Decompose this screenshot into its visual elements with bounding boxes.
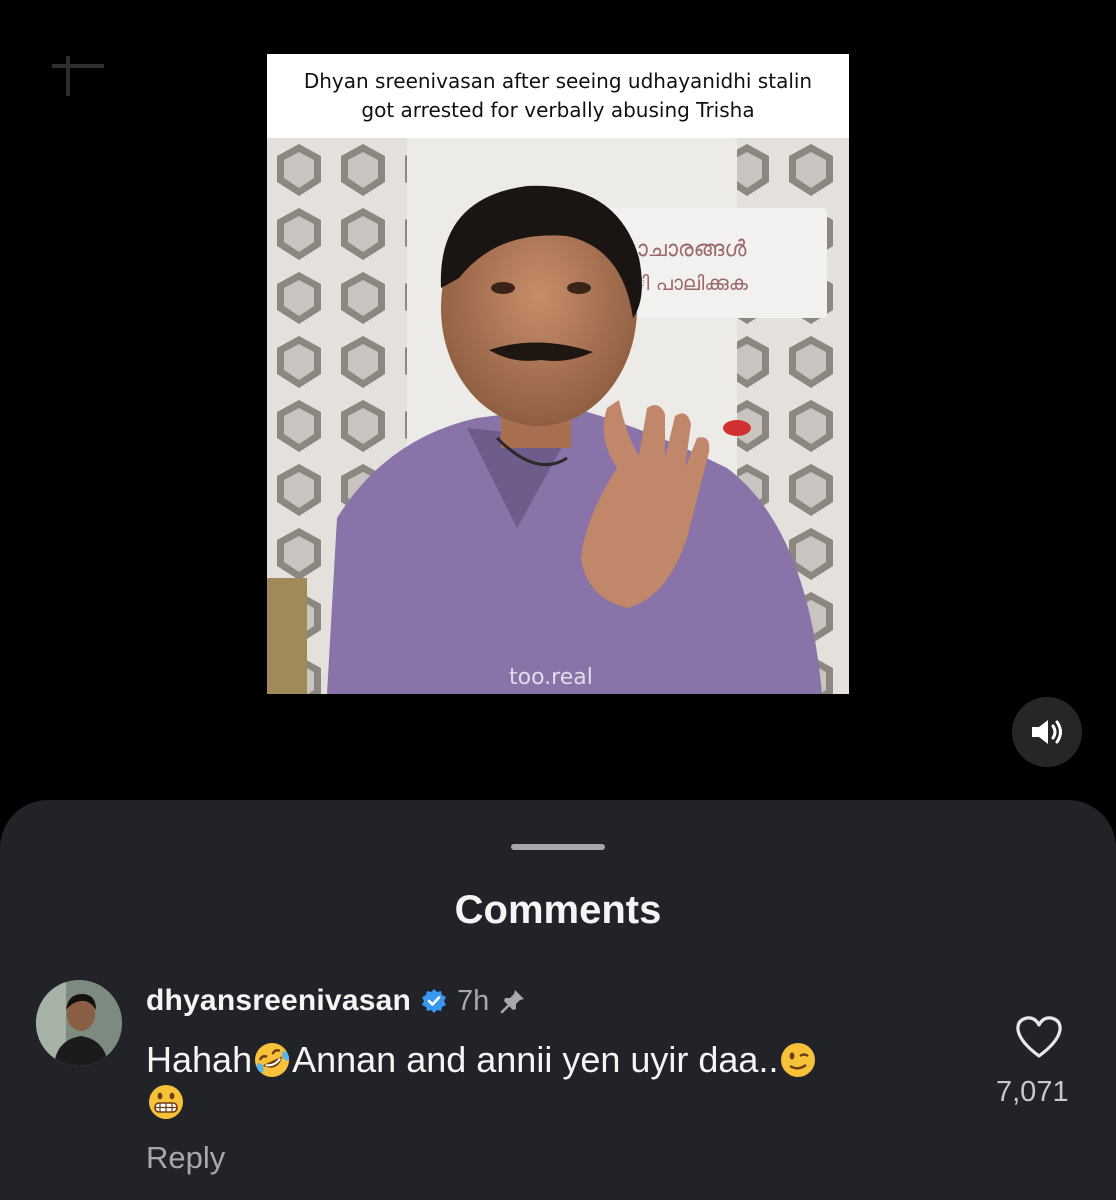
faded-overlay-icon — [52, 56, 104, 96]
grimace-emoji-icon — [149, 1085, 183, 1119]
background-sign-line-2: ി പാലിക്കുക — [629, 271, 749, 295]
sound-toggle-button[interactable] — [1012, 697, 1082, 767]
verified-badge-icon — [422, 989, 446, 1013]
video-frame-image: ാചാരങ്ങൾ ി പാലിക്കുക too.real — [267, 138, 849, 694]
comment-text-part-1: Hahah — [146, 1039, 253, 1080]
pin-icon — [500, 990, 525, 1014]
comment-text-line-1: Hahah Annan and annii yen uyir daa.. — [146, 1038, 818, 1082]
comment-timestamp: 7h — [457, 984, 490, 1017]
meme-caption: Dhyan sreenivasan after seeing udhayanid… — [267, 54, 849, 138]
rofl-emoji-icon — [255, 1043, 290, 1077]
meme-caption-line-1: Dhyan sreenivasan after seeing udhayanid… — [303, 69, 813, 93]
comments-title: Comments — [454, 888, 662, 932]
meme-caption-line-2: got arrested for verbally abusing Trisha — [361, 98, 755, 122]
speaker-icon — [1032, 720, 1062, 744]
heart-icon[interactable] — [1014, 1014, 1064, 1060]
comment-username[interactable]: dhyansreenivasan — [146, 984, 411, 1018]
reel-video-area[interactable]: Dhyan sreenivasan after seeing udhayanid… — [0, 0, 1116, 800]
reply-button[interactable]: Reply — [146, 1140, 225, 1176]
avatar[interactable] — [36, 980, 122, 1066]
comment-header: dhyansreenivasan 7h — [146, 984, 527, 1018]
comments-sheet[interactable]: Comments dhyansreenivasan 7h Hahah Annan… — [0, 800, 1116, 1200]
comment-item[interactable]: dhyansreenivasan 7h Hahah Annan and anni… — [0, 980, 1116, 1200]
comment-text-line-2 — [146, 1082, 186, 1122]
comment-text-part-2: Annan and annii yen uyir daa.. — [292, 1039, 779, 1080]
watermark-text: too.real — [509, 665, 593, 690]
wink-emoji-icon — [781, 1043, 816, 1077]
like-count: 7,071 — [996, 1076, 1069, 1108]
reel-media[interactable]: Dhyan sreenivasan after seeing udhayanid… — [267, 54, 849, 694]
sheet-drag-handle[interactable] — [511, 844, 605, 850]
